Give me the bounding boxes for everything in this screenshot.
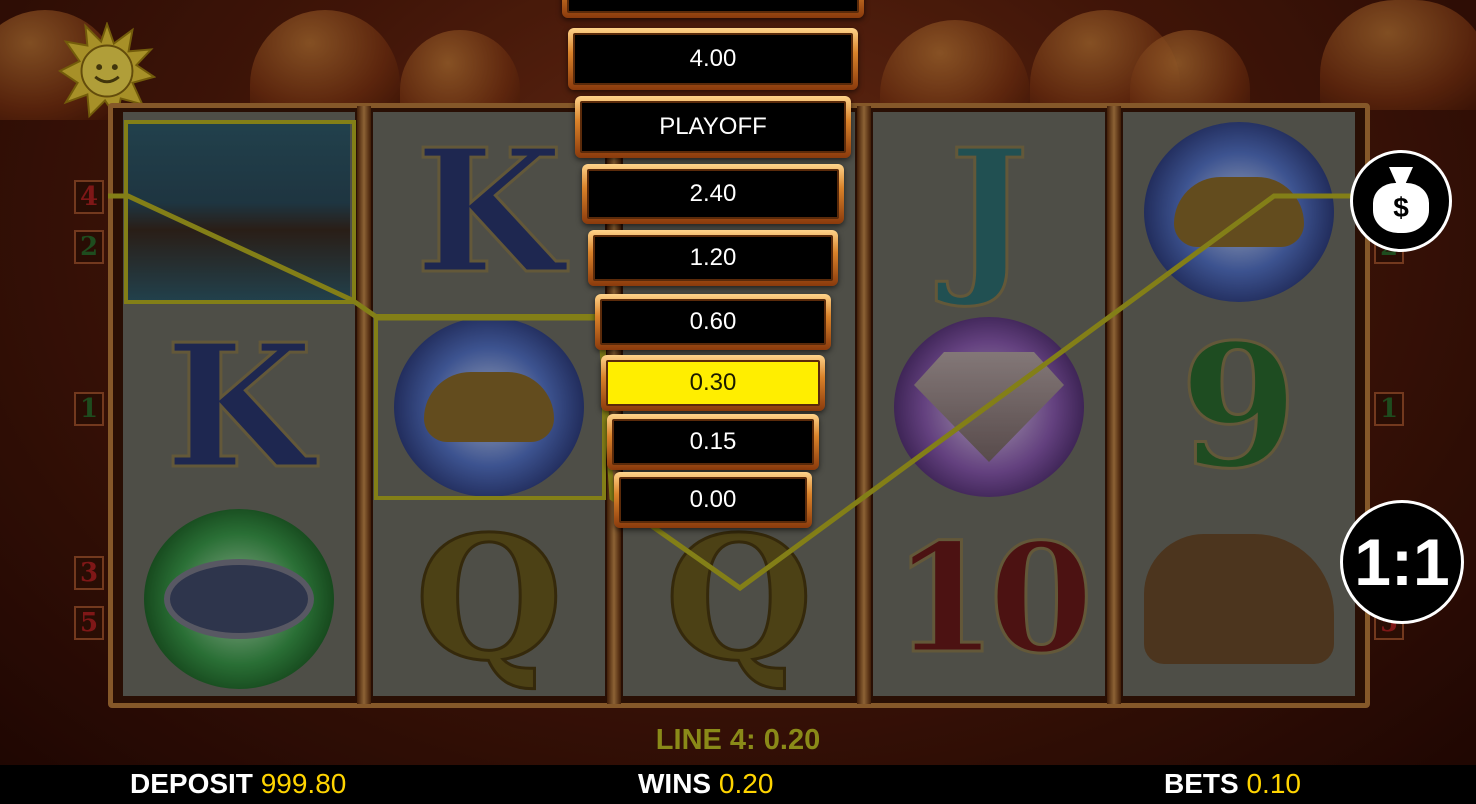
ladder-step: 2.40 — [582, 164, 844, 224]
ladder-step: 0.60 — [595, 294, 831, 350]
money-bag-icon: $ — [1373, 183, 1429, 233]
bets-label: BETS — [1164, 768, 1239, 799]
line-number-left: 4 — [74, 180, 104, 214]
bets-display: BETS 0.10 — [1164, 766, 1301, 802]
ladder-step: 1.20 — [588, 230, 838, 286]
line-number-left: 2 — [74, 230, 104, 264]
wins-label: WINS — [638, 768, 712, 799]
collect-button[interactable]: $ — [1350, 150, 1452, 252]
deposit-label: DEPOSIT — [130, 768, 253, 799]
line-win-message: LINE 4: 0.20 — [655, 724, 821, 756]
ladder-step-top-cut — [562, 0, 864, 18]
wins-value: 0.20 — [718, 768, 774, 799]
winning-symbol-highlight — [374, 314, 606, 500]
line-number-right: 1 — [1374, 392, 1404, 426]
ladder-step-current: 0.30 — [601, 355, 825, 411]
line-number-left: 3 — [74, 556, 104, 590]
deposit-value: 999.80 — [260, 768, 347, 799]
line-number-left: 5 — [74, 606, 104, 640]
gamble-button[interactable]: 1:1 — [1340, 500, 1464, 624]
game-stage: K K Q Q J 10 9 4 2 1 3 5 1 5 4.00 PLAYOF… — [0, 0, 1476, 765]
ladder-step-playoff: PLAYOFF — [575, 96, 851, 158]
ladder-step: 4.00 — [568, 28, 858, 90]
ladder-step: 0.15 — [607, 414, 819, 470]
deposit-display: DEPOSIT 999.80 — [130, 766, 346, 802]
bets-value: 0.10 — [1246, 768, 1301, 799]
wins-display: WINS 0.20 — [638, 766, 773, 802]
line-number-left: 1 — [74, 392, 104, 426]
winning-symbol-highlight — [124, 120, 356, 304]
ladder-step: 0.00 — [614, 472, 812, 528]
